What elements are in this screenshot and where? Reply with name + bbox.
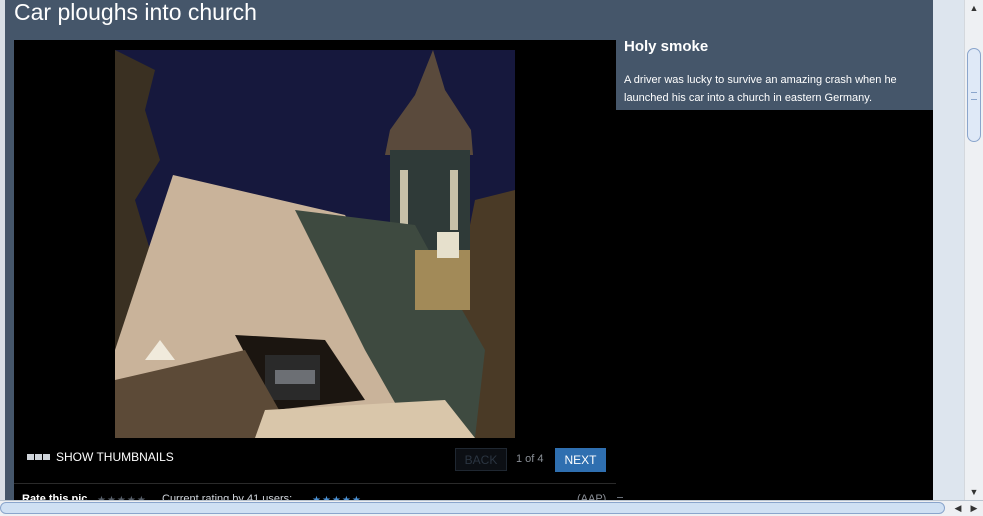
scroll-right-arrow-icon[interactable]: ▶ xyxy=(966,501,982,516)
page-counter: 1 of 4 xyxy=(516,453,544,465)
vertical-scroll-thumb[interactable] xyxy=(967,48,981,142)
caption-text: A driver was lucky to survive an amazing… xyxy=(624,74,897,104)
thumbnails-icon xyxy=(27,454,50,460)
scroll-up-arrow-icon[interactable]: ▲ xyxy=(965,0,983,16)
scroll-left-arrow-icon[interactable]: ◀ xyxy=(950,501,966,516)
rating-divider xyxy=(14,483,616,484)
back-button[interactable]: BACK xyxy=(455,448,507,471)
right-gutter xyxy=(933,0,964,500)
horizontal-scrollbar[interactable]: ◀ ▶ xyxy=(0,500,983,516)
church-photo-illustration xyxy=(115,50,515,438)
gallery-photo[interactable] xyxy=(115,50,515,438)
page-title: Car ploughs into church xyxy=(14,0,257,25)
caption-box: Holy smoke A driver was lucky to survive… xyxy=(616,30,933,110)
caption-title: Holy smoke xyxy=(624,38,709,55)
credit-divider xyxy=(617,497,623,498)
vertical-scrollbar[interactable]: ▲ ▼ xyxy=(964,0,983,500)
next-button[interactable]: NEXT xyxy=(555,448,606,472)
horizontal-scroll-thumb[interactable] xyxy=(0,502,945,514)
show-thumbnails-button[interactable]: SHOW THUMBNAILS xyxy=(27,449,174,465)
window-left-edge xyxy=(0,0,5,516)
show-thumbnails-label: SHOW THUMBNAILS xyxy=(56,450,174,464)
scroll-down-arrow-icon[interactable]: ▼ xyxy=(965,484,983,500)
